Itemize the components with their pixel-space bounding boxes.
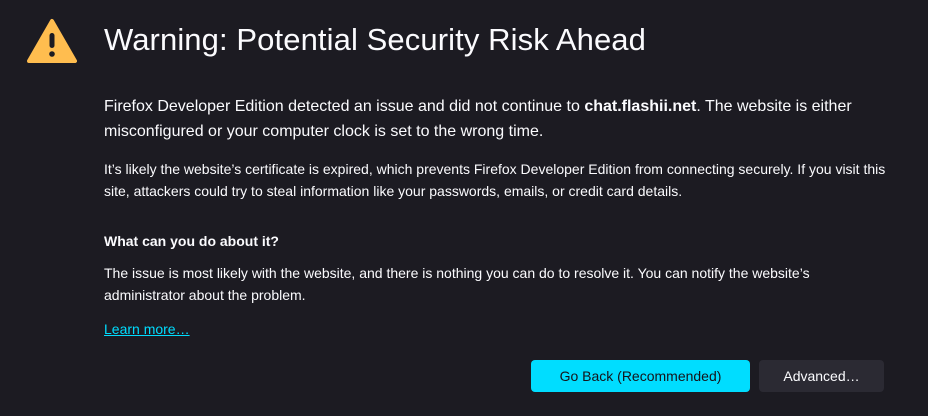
- go-back-button[interactable]: Go Back (Recommended): [531, 360, 750, 392]
- certificate-detail-text: It’s likely the website’s certificate is…: [104, 161, 886, 199]
- intro-text: Firefox Developer Edition detected an is…: [104, 94, 894, 144]
- intro-host: chat.flashii.net: [584, 98, 697, 115]
- learn-more-link[interactable]: Learn more…: [104, 318, 190, 340]
- warning-triangle-icon: [27, 19, 77, 63]
- what-can-you-do-heading: What can you do about it?: [104, 233, 279, 249]
- advanced-button[interactable]: Advanced…: [759, 360, 884, 392]
- intro-text-start: Firefox Developer Edition detected an is…: [104, 98, 585, 115]
- what-can-you-do-text: The issue is most likely with the websit…: [104, 265, 810, 303]
- page-title: Warning: Potential Security Risk Ahead: [104, 22, 646, 57]
